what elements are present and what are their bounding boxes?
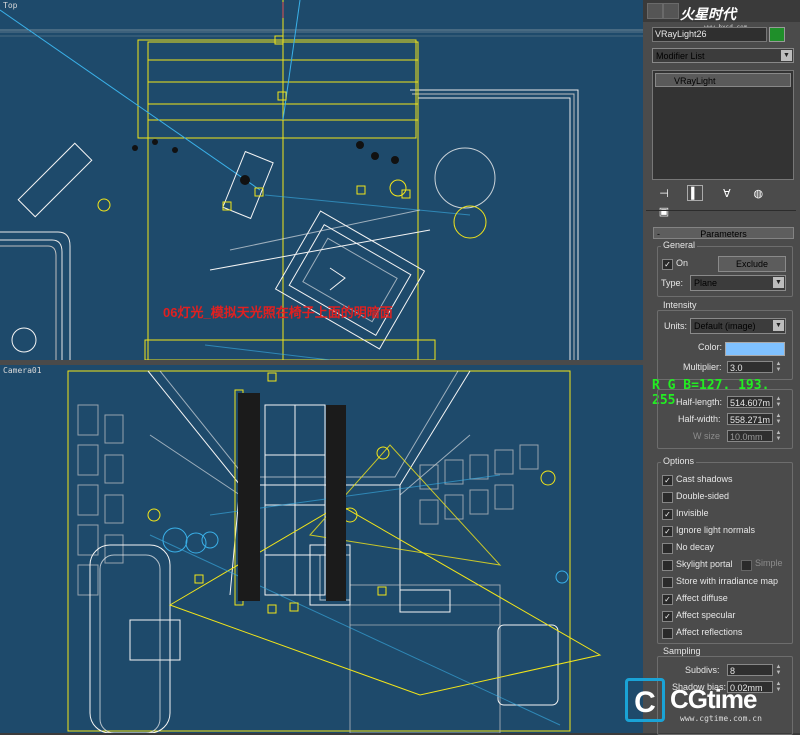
modify-tab-icon[interactable] (663, 3, 679, 19)
half-width-field[interactable]: 558.271m (727, 413, 773, 425)
on-checkbox[interactable]: ✓ (662, 259, 673, 270)
on-label: On (676, 258, 689, 268)
option-label: Invisible (676, 508, 709, 518)
type-label: Type: (661, 278, 684, 288)
w-size-field[interactable]: 10.0mm (727, 430, 773, 442)
w-size-label: W size (693, 431, 720, 441)
general-group-title: General (661, 240, 698, 250)
pin-stack-icon[interactable]: ⊣ (656, 186, 672, 202)
cgtime-logo-text: CGtime (670, 684, 757, 714)
units-value: Default (image) (694, 321, 756, 331)
stack-item-vraylight[interactable]: VRayLight (655, 73, 791, 87)
option-checkbox[interactable]: ✓ (662, 526, 673, 537)
tutorial-annotation: 06灯光_模拟天光照在椅子上面的明暗面 (163, 305, 393, 320)
modifier-list-label: Modifier List (656, 51, 705, 61)
subdivs-field[interactable]: 8 (727, 664, 773, 676)
type-value: Plane (694, 278, 718, 288)
light-color-swatch[interactable] (725, 342, 785, 356)
w-size-spinner-icon[interactable]: ▲ ▼ (775, 430, 782, 442)
simple-label: Simple (755, 558, 783, 568)
shadow-bias-spinner-icon[interactable]: ▲ ▼ (775, 681, 782, 693)
option-checkbox[interactable]: ✓ (662, 594, 673, 605)
make-unique-icon[interactable]: ∀ (719, 186, 735, 202)
panel-separator (646, 210, 796, 211)
type-dropdown[interactable]: Plane ▼ (690, 275, 786, 291)
option-checkbox[interactable]: ✓ (662, 475, 673, 486)
simple-checkbox[interactable] (741, 560, 752, 571)
remove-modifier-icon[interactable]: ◍ (750, 186, 766, 202)
chevron-down-icon: ▼ (773, 320, 784, 331)
object-name-field[interactable]: VRayLight26 (652, 27, 767, 42)
stack-toolbar: ⊣ ▍ ∀ ◍ ▣ (656, 184, 794, 218)
chevron-down-icon: ▼ (773, 277, 784, 288)
option-label: Affect diffuse (676, 593, 728, 603)
option-checkbox[interactable]: ✓ (662, 611, 673, 622)
option-label: Store with irradiance map (676, 576, 779, 586)
object-color-swatch[interactable] (769, 27, 785, 42)
half-length-field[interactable]: 514.607m (727, 396, 773, 408)
camera-viewport[interactable]: Camera01 (0, 365, 643, 733)
half-length-spinner-icon[interactable]: ▲ ▼ (775, 396, 782, 408)
intensity-group-title: Intensity (661, 300, 699, 310)
exclude-button[interactable]: Exclude (718, 256, 786, 272)
subdivs-label: Subdivs: (685, 665, 720, 675)
chevron-down-icon: ▼ (781, 50, 792, 61)
subdivs-spinner-icon[interactable]: ▲ ▼ (775, 664, 782, 676)
hxsd-logo: 火星时代 (680, 6, 736, 22)
half-length-label: Half-length: (676, 397, 723, 407)
option-checkbox[interactable] (662, 543, 673, 554)
option-checkbox[interactable] (662, 577, 673, 588)
cgtime-logo-url: www.cgtime.com.cn (680, 714, 762, 723)
option-label: Double-sided (676, 491, 730, 501)
option-checkbox[interactable] (662, 560, 673, 571)
options-group-title: Options (661, 456, 697, 466)
half-width-label: Half-width: (678, 414, 721, 424)
configure-sets-icon[interactable]: ▣ (656, 204, 672, 220)
cgtime-logo-mark: C (625, 678, 665, 722)
units-label: Units: (664, 321, 688, 331)
collapse-icon: - (657, 229, 660, 239)
modifier-stack[interactable]: VRayLight (652, 70, 794, 180)
option-label: Ignore light normals (676, 525, 756, 535)
rollout-title: Parameters (700, 229, 747, 239)
parameters-rollout-header[interactable]: - Parameters (653, 227, 794, 239)
option-checkbox[interactable] (662, 492, 673, 503)
color-label: Color: (698, 342, 723, 352)
viewport-label-top[interactable]: Top (3, 1, 17, 10)
half-width-spinner-icon[interactable]: ▲ ▼ (775, 413, 782, 425)
option-label: Affect reflections (676, 627, 743, 637)
multiplier-spinner-icon[interactable]: ▲ ▼ (775, 361, 782, 373)
select-tool-icon[interactable] (647, 3, 663, 19)
multiplier-field[interactable]: 3.0 (727, 361, 773, 373)
sampling-group-title: Sampling (661, 646, 703, 656)
option-label: No decay (676, 542, 715, 552)
viewport-label-camera[interactable]: Camera01 (3, 366, 42, 375)
option-checkbox[interactable] (662, 628, 673, 639)
option-label: Cast shadows (676, 474, 733, 484)
option-label: Affect specular (676, 610, 736, 620)
units-dropdown[interactable]: Default (image) ▼ (690, 318, 786, 334)
modifier-list-dropdown[interactable]: Modifier List ▼ (652, 48, 794, 63)
option-label: Skylight portal (676, 559, 733, 569)
show-end-result-icon[interactable]: ▍ (687, 185, 704, 201)
option-checkbox[interactable]: ✓ (662, 509, 673, 520)
multiplier-label: Multiplier: (683, 362, 722, 372)
camera-viewport-wireframe (67, 370, 602, 733)
